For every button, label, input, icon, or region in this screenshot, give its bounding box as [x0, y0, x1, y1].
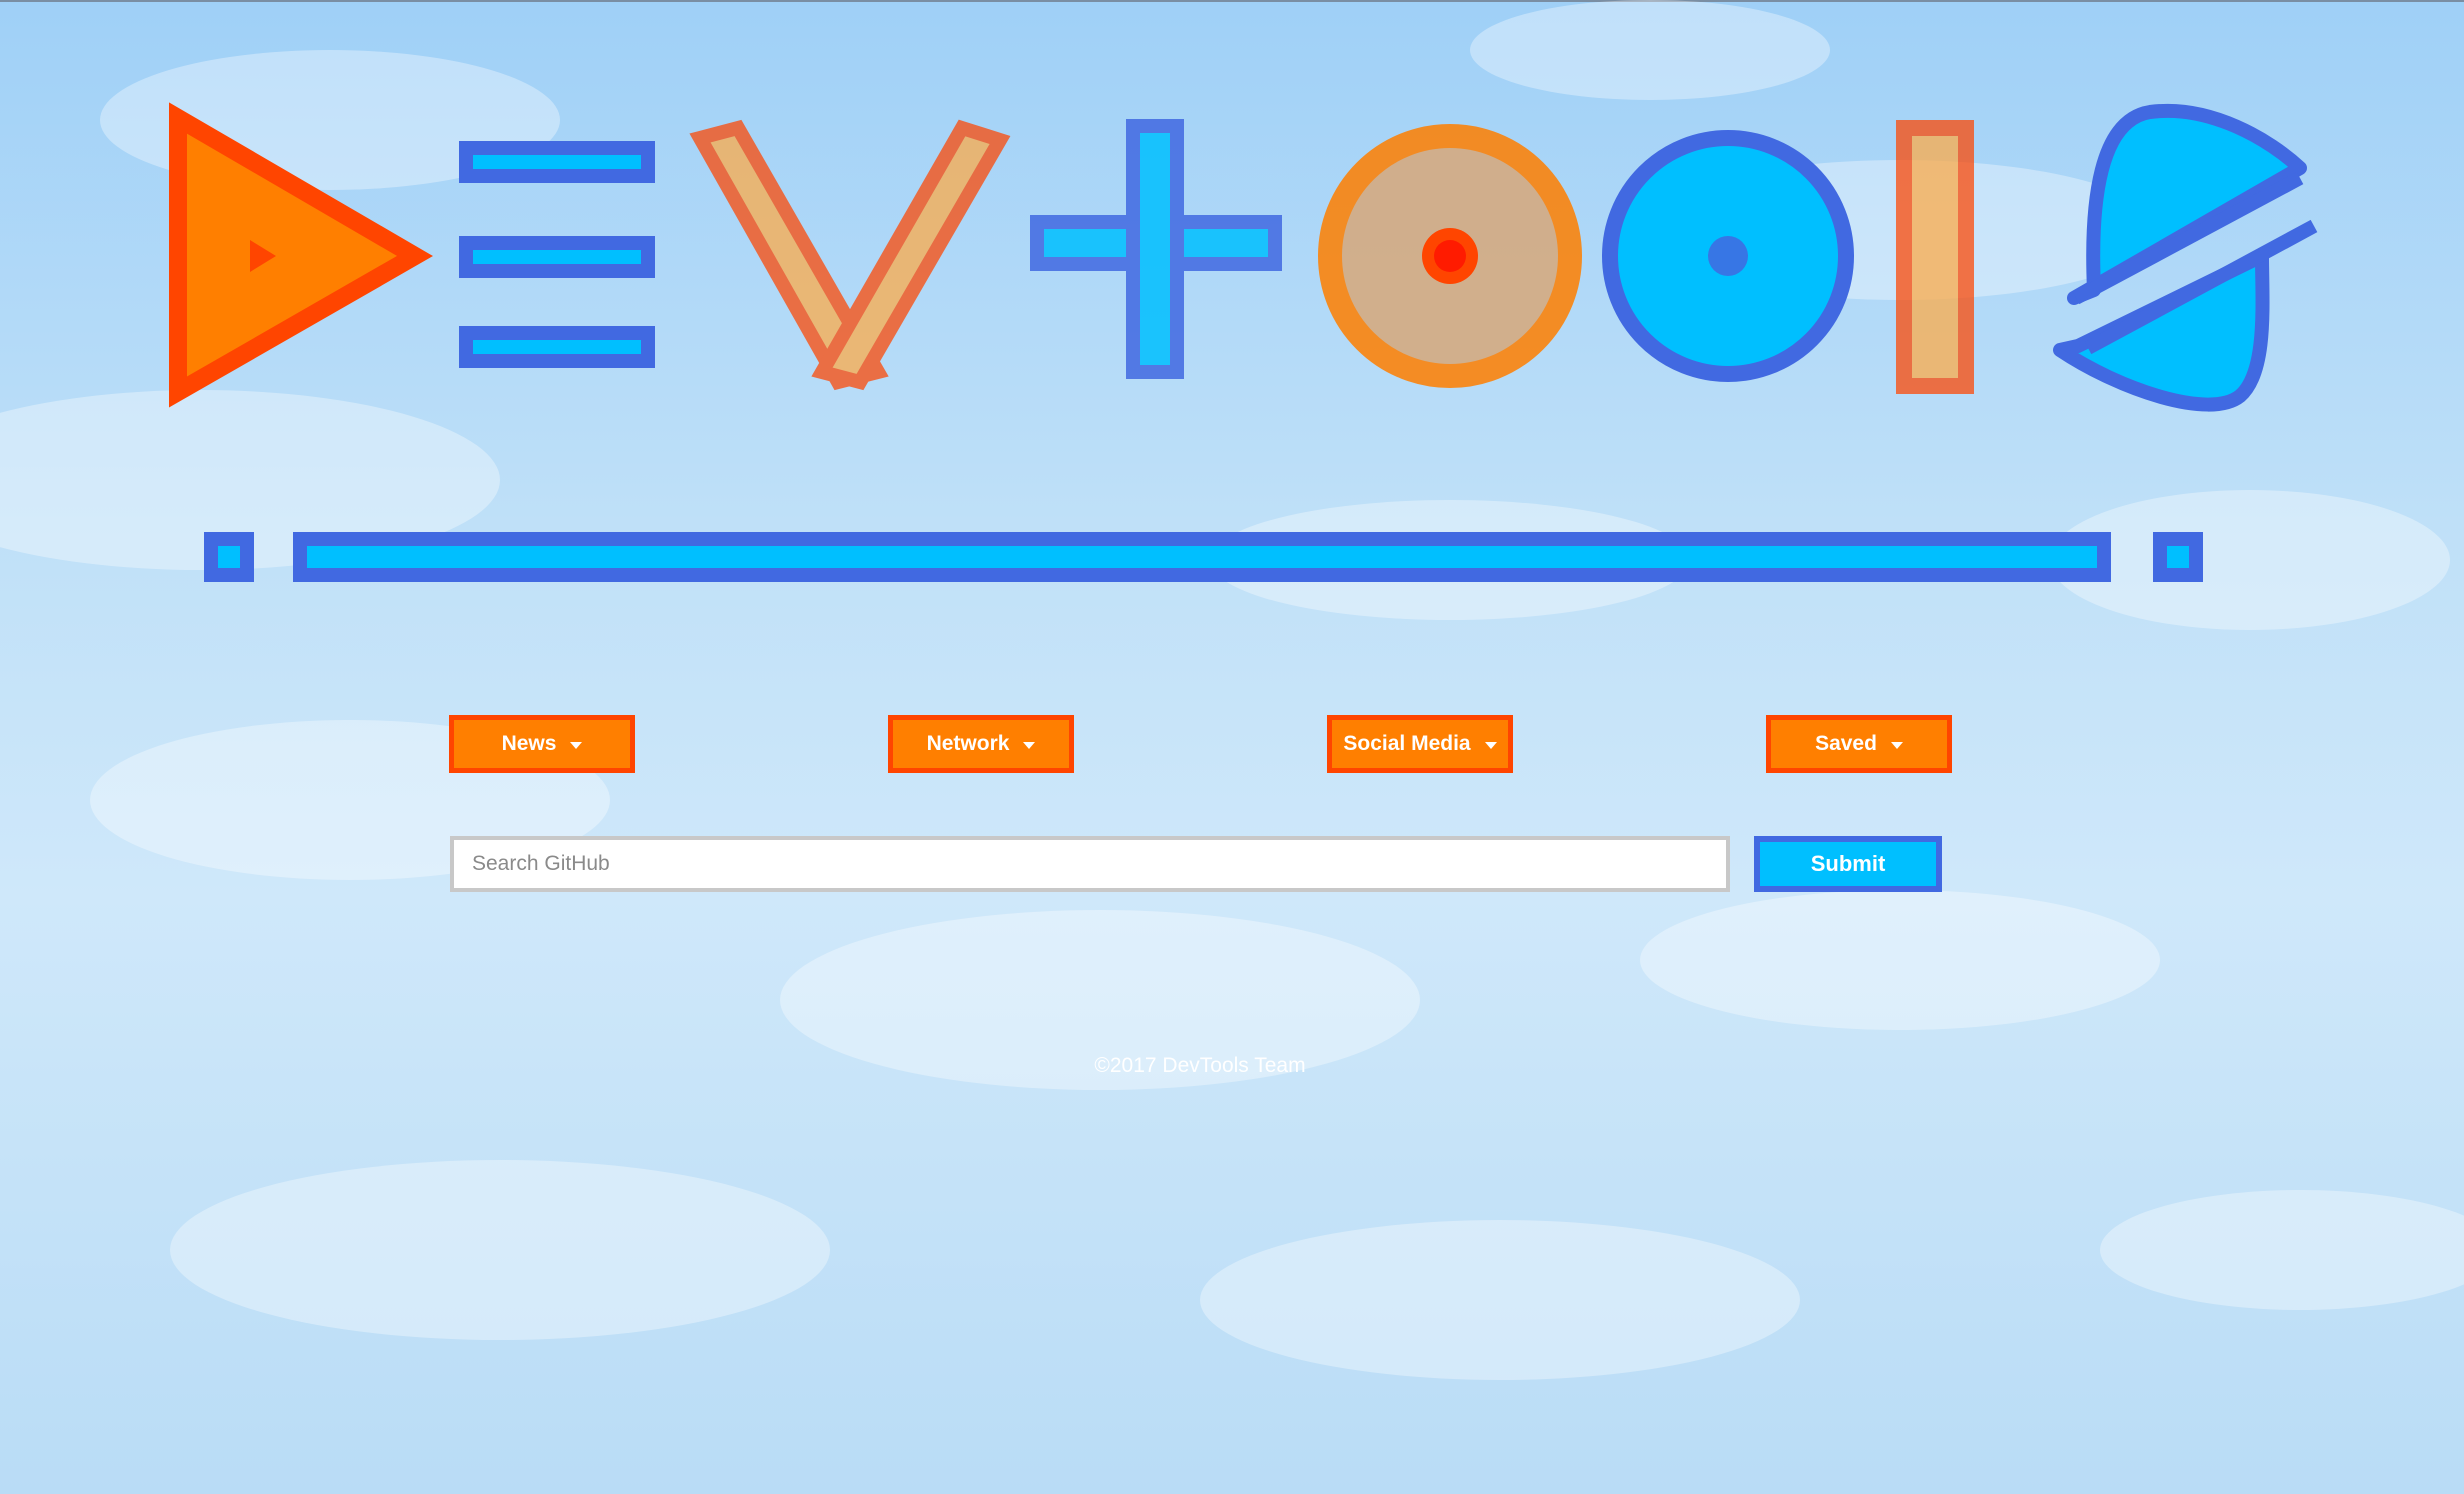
social-media-dropdown-button[interactable]: Social Media — [1327, 715, 1513, 773]
network-dropdown-button[interactable]: Network — [888, 715, 1074, 773]
logo-letter-o-orange — [1318, 124, 1582, 388]
logo-letter-d — [169, 102, 433, 408]
saved-dropdown-button[interactable]: Saved — [1766, 715, 1952, 773]
logo-letter-o-blue — [1602, 130, 1854, 382]
caret-down-icon — [1484, 742, 1497, 749]
saved-label: Saved — [1815, 732, 1877, 755]
footer-copyright: ©2017 DevTools Team — [1094, 1054, 1306, 1077]
caret-down-icon — [570, 742, 583, 749]
news-label: News — [501, 732, 557, 755]
logo-letter-t — [1030, 119, 1282, 379]
news-dropdown-button[interactable]: News — [449, 715, 635, 773]
logo-underline — [204, 532, 2203, 582]
network-label: Network — [926, 732, 1010, 755]
caret-down-icon — [1023, 742, 1036, 749]
logo-letter-e — [459, 141, 655, 368]
logo-letter-v — [689, 119, 1011, 391]
devtools-logo — [169, 102, 2318, 582]
social-media-label: Social Media — [1343, 732, 1471, 755]
logo-letter-s — [2053, 103, 2318, 412]
submit-button[interactable]: Submit — [1754, 836, 1942, 892]
search-input[interactable] — [450, 836, 1730, 892]
caret-down-icon — [1890, 742, 1903, 749]
logo-letter-l — [1896, 120, 1974, 394]
